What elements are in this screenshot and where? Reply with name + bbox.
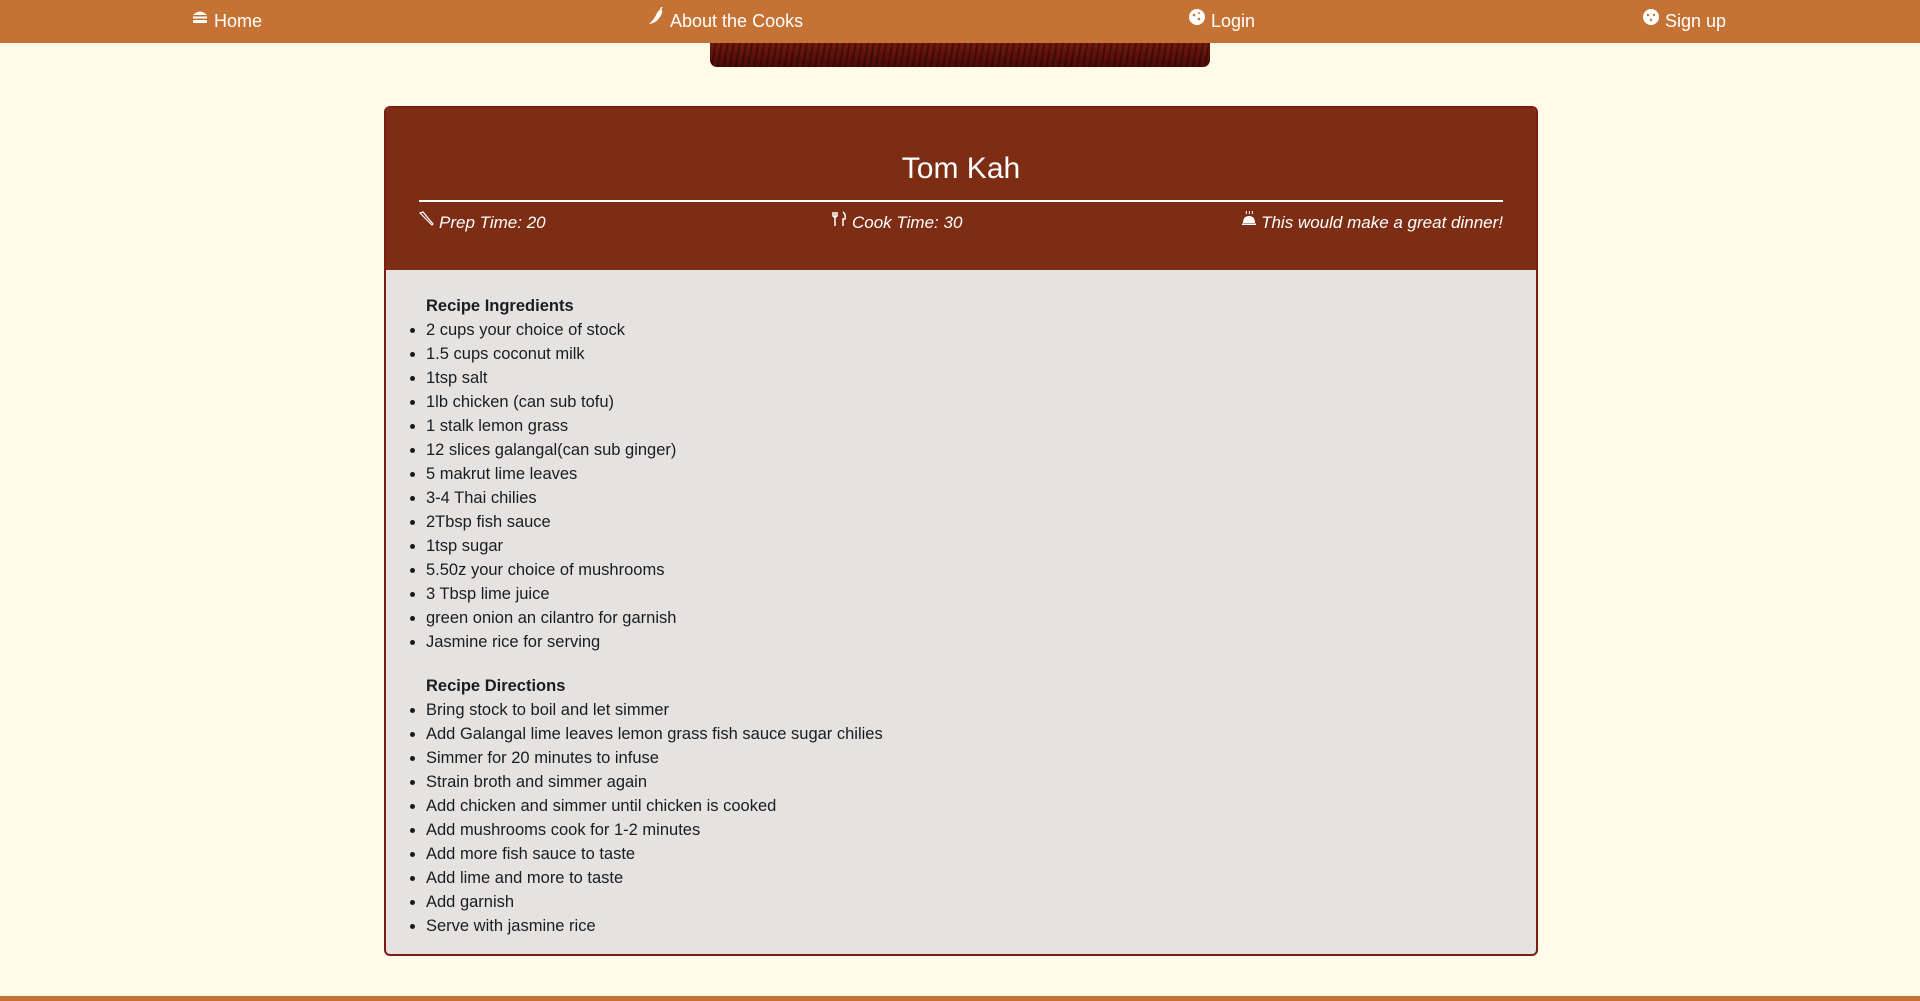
direction-item: Add more fish sauce to taste bbox=[426, 842, 1536, 866]
recipe-body: Recipe Ingredients 2 cups your choice of… bbox=[386, 270, 1536, 938]
nav-signup-link[interactable]: Sign up bbox=[1641, 0, 1726, 43]
direction-item: Add mushrooms cook for 1-2 minutes bbox=[426, 818, 1536, 842]
title-divider bbox=[419, 200, 1503, 202]
prep-time-text: Prep Time: 20 bbox=[439, 213, 546, 232]
ingredient-item: 2 cups your choice of stock bbox=[426, 318, 1536, 342]
nav-about-label: About the Cooks bbox=[670, 11, 804, 31]
top-navbar: Home About the Cooks Login Sign up bbox=[0, 0, 1920, 43]
ingredient-item: 12 slices galangal(can sub ginger) bbox=[426, 438, 1536, 462]
direction-item: Add Galangal lime leaves lemon grass fis… bbox=[426, 722, 1536, 746]
cook-time-text: Cook Time: 30 bbox=[852, 213, 963, 232]
prep-time: Prep Time: 20 bbox=[419, 211, 546, 233]
ingredient-item: 1.5 cups coconut milk bbox=[426, 342, 1536, 366]
direction-item: Bring stock to boil and let simmer bbox=[426, 698, 1536, 722]
ingredient-item: 3-4 Thai chilies bbox=[426, 486, 1536, 510]
direction-item: Add garnish bbox=[426, 890, 1536, 914]
cloche-icon bbox=[1241, 211, 1257, 227]
ingredient-item: 1 stalk lemon grass bbox=[426, 414, 1536, 438]
ingredient-item: 1tsp sugar bbox=[426, 534, 1536, 558]
ingredient-item: 1lb chicken (can sub tofu) bbox=[426, 390, 1536, 414]
ingredients-heading: Recipe Ingredients bbox=[426, 297, 574, 315]
cookie-icon bbox=[1187, 7, 1207, 27]
ingredient-item: 1tsp salt bbox=[426, 366, 1536, 390]
meal-note-text: This would make a great dinner! bbox=[1261, 213, 1503, 232]
nav-home-label: Home bbox=[214, 11, 263, 31]
ingredient-item: 5.50z your choice of mushrooms bbox=[426, 558, 1536, 582]
ingredient-item: 3 Tbsp lime juice bbox=[426, 582, 1536, 606]
ingredient-item: green onion an cilantro for garnish bbox=[426, 606, 1536, 630]
footer-bar bbox=[0, 996, 1920, 1001]
directions-heading: Recipe Directions bbox=[426, 677, 566, 695]
ingredient-item: 2Tbsp fish sauce bbox=[426, 510, 1536, 534]
nav-signup-label: Sign up bbox=[1665, 11, 1727, 31]
direction-item: Serve with jasmine rice bbox=[426, 914, 1536, 938]
nav-login-label: Login bbox=[1211, 11, 1256, 31]
knife-icon bbox=[419, 211, 435, 227]
ingredient-item: Jasmine rice for serving bbox=[426, 630, 1536, 654]
meal-note: This would make a great dinner! bbox=[1241, 211, 1503, 233]
direction-item: Simmer for 20 minutes to infuse bbox=[426, 746, 1536, 770]
direction-item: Add chicken and simmer until chicken is … bbox=[426, 794, 1536, 818]
direction-item: Add lime and more to taste bbox=[426, 866, 1536, 890]
nav-home-link[interactable]: Home bbox=[190, 0, 262, 43]
ingredients-list: 2 cups your choice of stock 1.5 cups coc… bbox=[386, 318, 1536, 654]
direction-item: Strain broth and simmer again bbox=[426, 770, 1536, 794]
ingredient-item: 5 makrut lime leaves bbox=[426, 462, 1536, 486]
recipe-title: Tom Kah bbox=[901, 152, 1021, 185]
cook-time: Cook Time: 30 bbox=[832, 211, 963, 233]
burger-icon bbox=[190, 7, 210, 27]
cookie-face-icon bbox=[1641, 7, 1661, 27]
directions-list: Bring stock to boil and let simmer Add G… bbox=[386, 698, 1536, 938]
recipe-card: Tom Kah Prep Time: 20 Cook Time: 30 This… bbox=[384, 106, 1538, 956]
utensils-icon bbox=[832, 211, 848, 227]
pepper-icon bbox=[646, 6, 666, 27]
recipe-header: Tom Kah Prep Time: 20 Cook Time: 30 This… bbox=[386, 108, 1536, 270]
nav-login-link[interactable]: Login bbox=[1187, 0, 1255, 43]
nav-about-link[interactable]: About the Cooks bbox=[646, 0, 803, 43]
